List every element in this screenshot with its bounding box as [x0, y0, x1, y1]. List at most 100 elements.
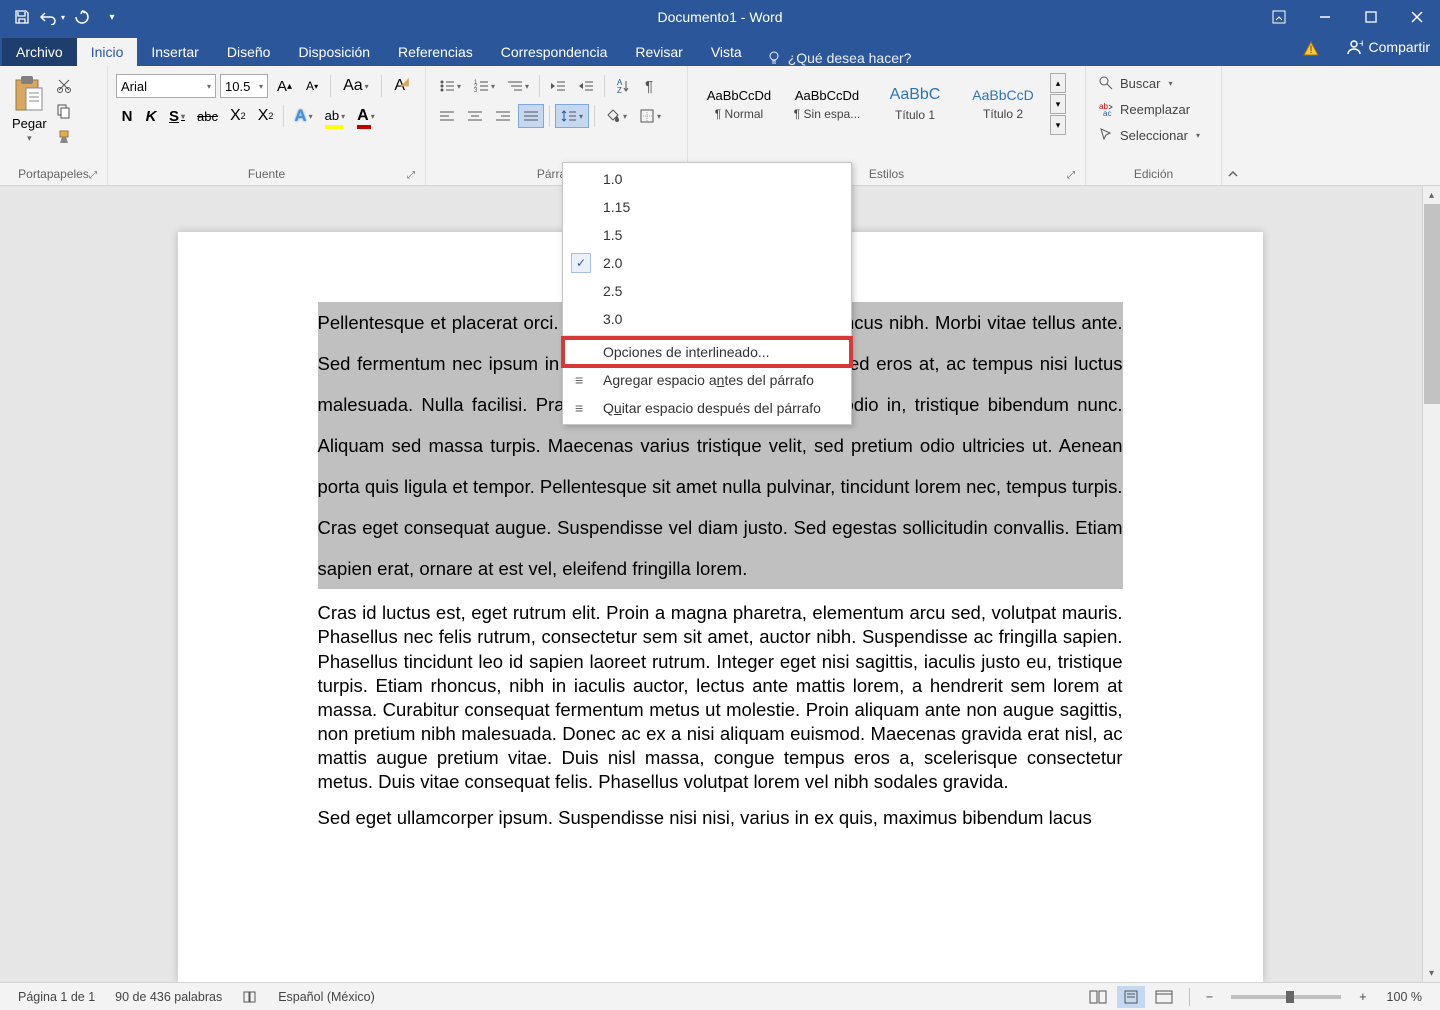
- style-gallery-down[interactable]: ▾: [1050, 94, 1066, 114]
- line-spacing-1.15[interactable]: 1.15: [563, 193, 851, 221]
- italic-button[interactable]: K: [140, 104, 162, 128]
- align-left-button[interactable]: [434, 104, 460, 128]
- style-gallery-more[interactable]: ▾: [1050, 115, 1066, 135]
- share-button[interactable]: + Compartir: [1345, 38, 1430, 56]
- bold-button[interactable]: N: [116, 104, 138, 128]
- cursor-icon: [1098, 127, 1114, 143]
- line-spacing-1.5[interactable]: 1.5: [563, 221, 851, 249]
- scroll-thumb[interactable]: [1424, 204, 1440, 404]
- style-titulo2[interactable]: AaBbCcDTítulo 2: [960, 72, 1046, 136]
- shading-button[interactable]: ▾: [600, 104, 632, 128]
- add-space-before[interactable]: ≡Agregar espacio antes del párrafo: [563, 366, 851, 394]
- fuente-launcher[interactable]: ⤢: [407, 170, 415, 181]
- strikethrough-button[interactable]: abc: [192, 104, 223, 128]
- sort-button[interactable]: AZ: [610, 74, 636, 98]
- close-button[interactable]: [1394, 0, 1440, 34]
- estilos-launcher[interactable]: ⤢: [1067, 170, 1075, 181]
- tab-referencias[interactable]: Referencias: [384, 38, 487, 66]
- superscript-button[interactable]: X2: [253, 104, 279, 128]
- spell-check-status[interactable]: [232, 989, 268, 1005]
- statusbar: Página 1 de 1 90 de 436 palabras Español…: [0, 982, 1440, 1010]
- ribbon-tabs: Archivo Inicio Insertar Diseño Disposici…: [0, 34, 1440, 66]
- remove-space-after[interactable]: ≡Quitar espacio después del párrafo: [563, 394, 851, 422]
- style-gallery-up[interactable]: ▴: [1050, 73, 1066, 93]
- decrease-font-button[interactable]: A▾: [301, 74, 323, 98]
- maximize-button[interactable]: [1348, 0, 1394, 34]
- bullets-button[interactable]: ▾: [434, 74, 466, 98]
- show-marks-button[interactable]: ¶: [638, 74, 660, 98]
- highlight-button[interactable]: ab▾: [320, 104, 350, 128]
- increase-font-button[interactable]: A▴: [272, 74, 297, 98]
- text-effects-button[interactable]: A▾: [289, 104, 317, 128]
- page-indicator[interactable]: Página 1 de 1: [8, 990, 105, 1004]
- multilevel-list-button[interactable]: ▾: [502, 74, 534, 98]
- window-controls: [1256, 0, 1440, 34]
- change-case-button[interactable]: Aa▾: [338, 74, 374, 98]
- web-layout-button[interactable]: [1149, 986, 1179, 1008]
- style-titulo1[interactable]: AaBbCTítulo 1: [872, 72, 958, 136]
- underline-button[interactable]: S▾: [164, 104, 190, 128]
- line-spacing-button[interactable]: ▾: [555, 104, 589, 128]
- save-button[interactable]: [8, 3, 36, 31]
- redo-button[interactable]: [68, 3, 96, 31]
- increase-indent-button[interactable]: [573, 74, 599, 98]
- zoom-in-button[interactable]: +: [1353, 986, 1372, 1008]
- print-layout-button[interactable]: [1117, 986, 1145, 1008]
- collapse-ribbon-button[interactable]: [1222, 66, 1244, 185]
- zoom-slider[interactable]: [1231, 995, 1341, 999]
- language-indicator[interactable]: Español (México): [268, 990, 385, 1004]
- tab-archivo[interactable]: Archivo: [2, 38, 77, 66]
- tab-insertar[interactable]: Insertar: [137, 38, 212, 66]
- paste-button[interactable]: Pegar ▾: [8, 70, 51, 165]
- tab-vista[interactable]: Vista: [697, 38, 756, 66]
- zoom-out-button[interactable]: −: [1200, 986, 1219, 1008]
- vertical-scrollbar[interactable]: ▴ ▾: [1422, 186, 1440, 982]
- portapapeles-launcher[interactable]: ⤢: [89, 170, 97, 181]
- copy-button[interactable]: [53, 100, 75, 122]
- paragraph[interactable]: Cras id luctus est, eget rutrum elit. Pr…: [318, 601, 1123, 793]
- format-painter-button[interactable]: [53, 126, 75, 148]
- warning-icon[interactable]: !: [1302, 40, 1320, 58]
- numbering-button[interactable]: 123▾: [468, 74, 500, 98]
- line-spacing-options[interactable]: Opciones de interlineado...: [563, 338, 851, 366]
- ribbon-display-options[interactable]: [1256, 0, 1302, 34]
- buscar-button[interactable]: Buscar▾: [1094, 72, 1204, 94]
- borders-button[interactable]: ▾: [634, 104, 666, 128]
- tab-correspondencia[interactable]: Correspondencia: [487, 38, 622, 66]
- undo-button[interactable]: ▾: [38, 3, 66, 31]
- clipboard-icon: [12, 74, 46, 114]
- align-center-button[interactable]: [462, 104, 488, 128]
- scroll-down-button[interactable]: ▾: [1423, 964, 1440, 982]
- line-spacing-2.0[interactable]: ✓2.0: [563, 249, 851, 277]
- style-normal[interactable]: AaBbCcDd¶ Normal: [696, 72, 782, 136]
- decrease-indent-button[interactable]: [545, 74, 571, 98]
- zoom-level[interactable]: 100 %: [1377, 990, 1432, 1004]
- word-count[interactable]: 90 de 436 palabras: [105, 990, 232, 1004]
- subscript-button[interactable]: X2: [225, 104, 251, 128]
- person-icon: +: [1345, 38, 1363, 56]
- line-spacing-1.0[interactable]: 1.0: [563, 165, 851, 193]
- read-mode-button[interactable]: [1083, 986, 1113, 1008]
- seleccionar-button[interactable]: Seleccionar▾: [1094, 124, 1204, 146]
- space-after-icon: ≡: [575, 400, 583, 416]
- tab-revisar[interactable]: Revisar: [621, 38, 696, 66]
- paragraph[interactable]: Sed eget ullamcorper ipsum. Suspendisse …: [318, 806, 1123, 830]
- tab-diseno[interactable]: Diseño: [213, 38, 285, 66]
- cut-button[interactable]: [53, 74, 75, 96]
- font-size-combo[interactable]: 10.5▾: [220, 74, 268, 98]
- font-name-combo[interactable]: Arial▾: [116, 74, 216, 98]
- line-spacing-3.0[interactable]: 3.0: [563, 305, 851, 333]
- font-color-button[interactable]: A▾: [352, 104, 380, 128]
- tab-inicio[interactable]: Inicio: [77, 38, 138, 66]
- tell-me-search[interactable]: ¿Qué desea hacer?: [766, 50, 912, 66]
- style-sin-espaciado[interactable]: AaBbCcDd¶ Sin espa...: [784, 72, 870, 136]
- tab-disposicion[interactable]: Disposición: [284, 38, 384, 66]
- justify-button[interactable]: [518, 104, 544, 128]
- align-right-button[interactable]: [490, 104, 516, 128]
- clear-formatting-button[interactable]: A◢: [389, 74, 411, 98]
- line-spacing-2.5[interactable]: 2.5: [563, 277, 851, 305]
- qat-customize[interactable]: ▾: [98, 3, 126, 31]
- scroll-up-button[interactable]: ▴: [1423, 186, 1440, 204]
- minimize-button[interactable]: [1302, 0, 1348, 34]
- reemplazar-button[interactable]: abacReemplazar: [1094, 98, 1204, 120]
